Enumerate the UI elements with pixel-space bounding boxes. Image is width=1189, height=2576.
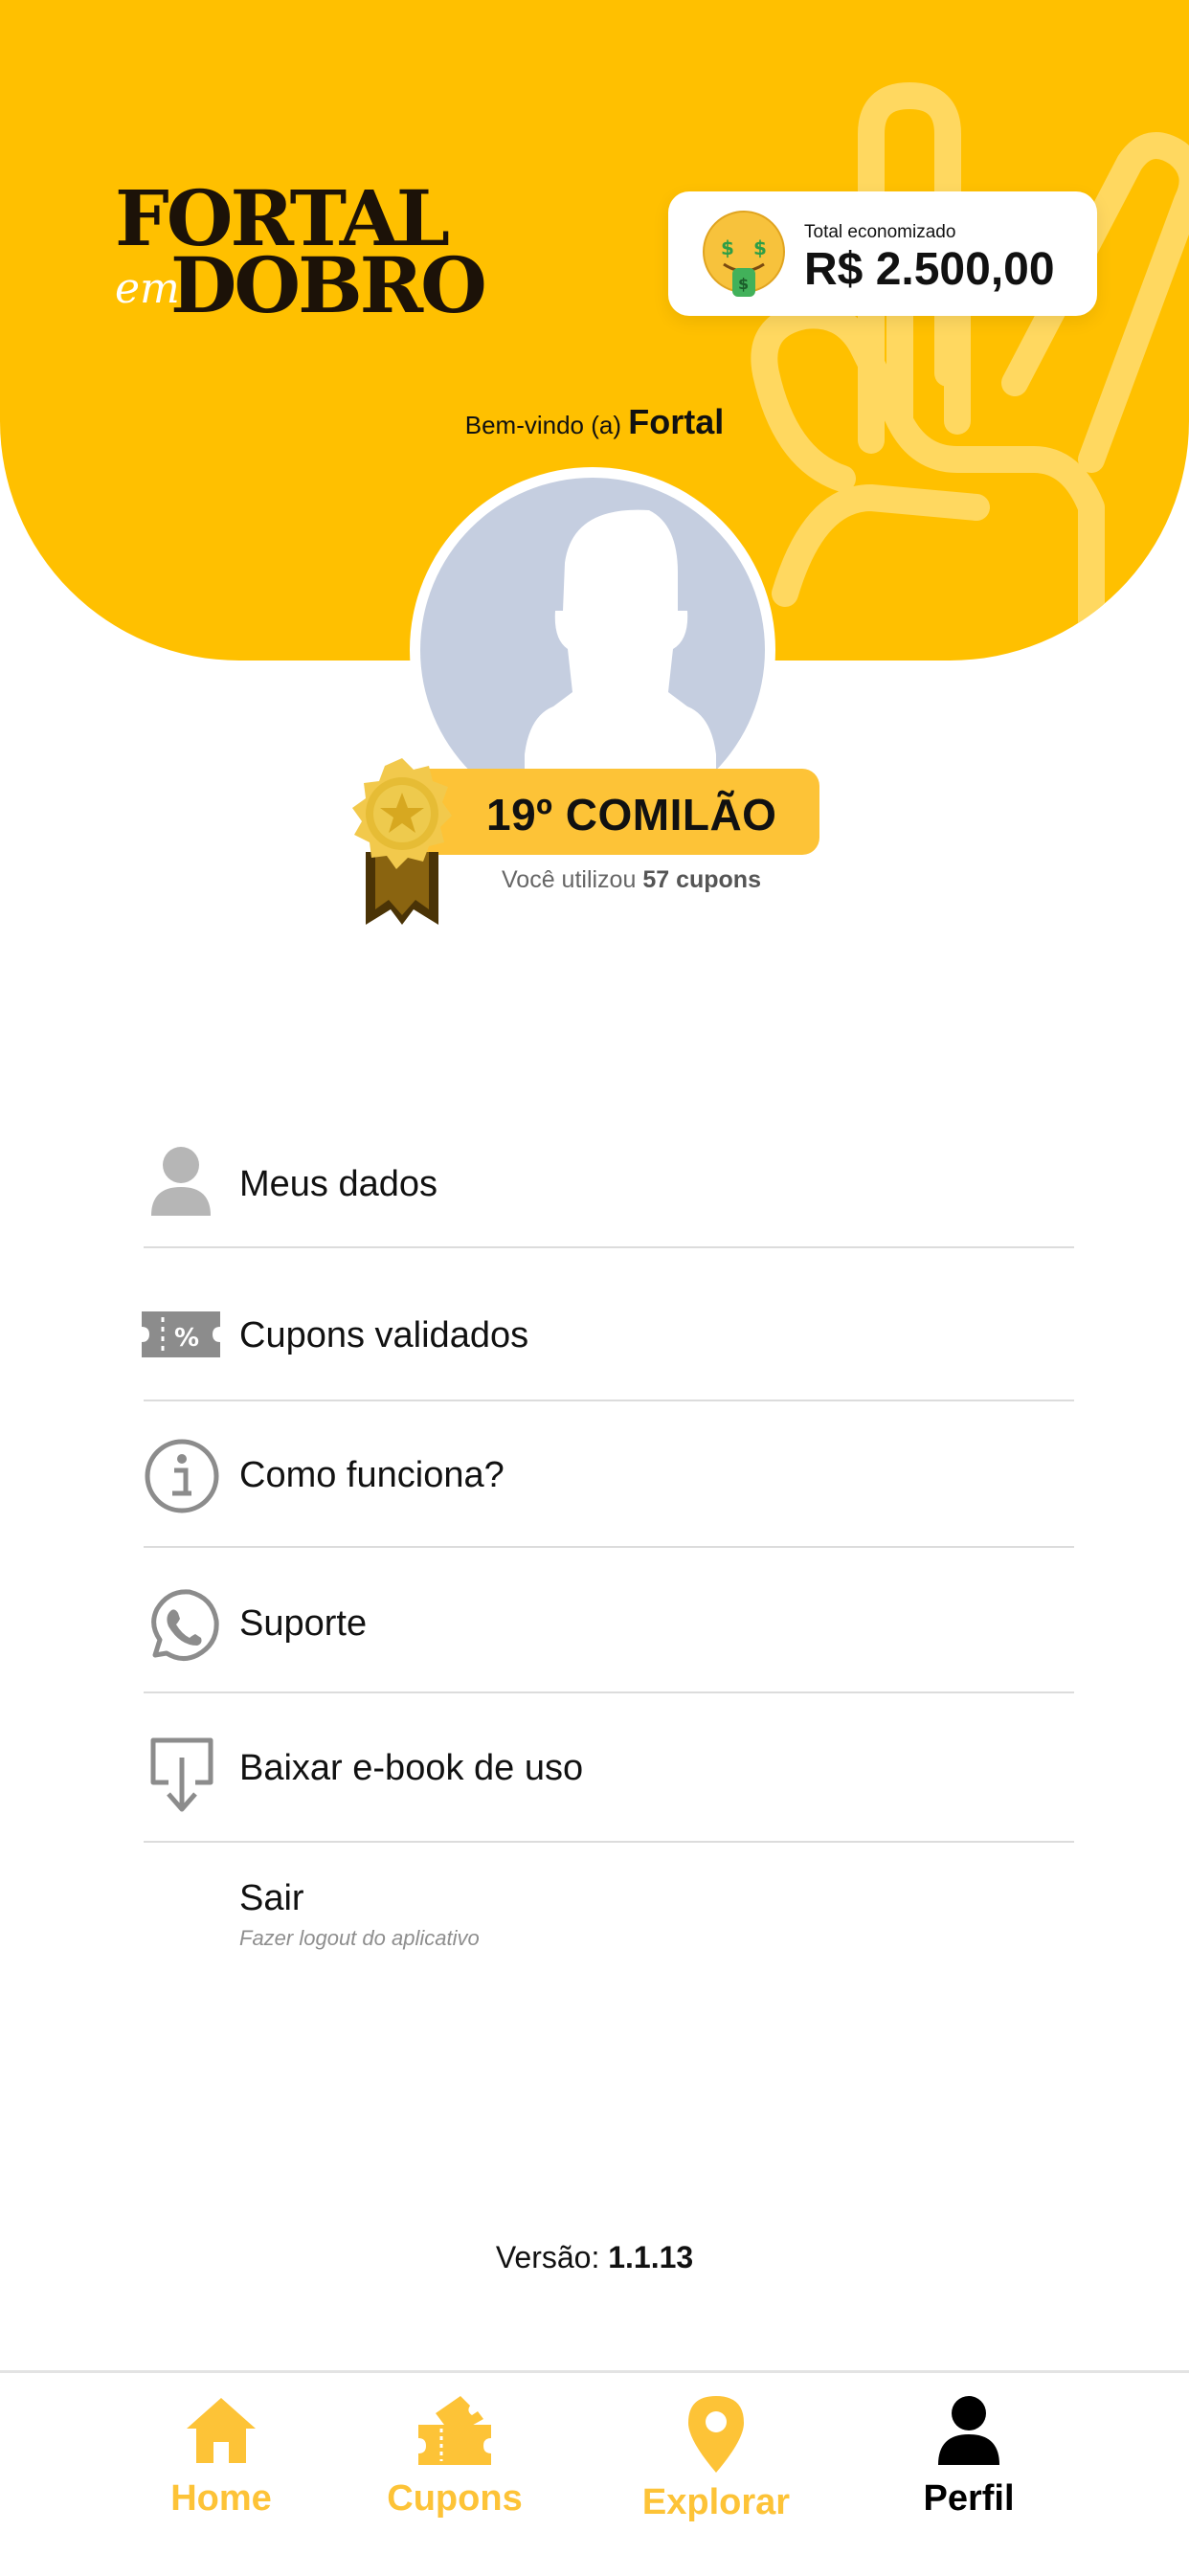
welcome-prefix: Bem-vindo (a) — [464, 411, 622, 439]
coupons-count: 57 cupons — [642, 866, 761, 893]
version-prefix: Versão: — [495, 2240, 600, 2274]
divider — [144, 1691, 1074, 1693]
home-icon — [187, 2398, 256, 2463]
tab-explorar[interactable]: Explorar — [620, 2373, 812, 2545]
coupons-prefix: Você utilizou — [502, 866, 637, 893]
menu-item-meus-dados[interactable]: Meus dados — [144, 1130, 1074, 1244]
logout-label: Sair — [239, 1878, 304, 1918]
money-mouth-face-icon: $ $ $ — [703, 211, 785, 297]
welcome-name: Fortal — [628, 402, 725, 441]
ticket-percent-icon: % — [142, 1311, 220, 1357]
menu-item-sair[interactable]: Sair Fazer logout do aplicativo — [144, 1867, 1074, 1962]
svg-text:$: $ — [738, 275, 749, 293]
menu-item-cupons-validados[interactable]: % Cupons validados — [142, 1283, 1074, 1398]
version-number: 1.1.13 — [608, 2240, 694, 2274]
svg-text:$: $ — [721, 236, 734, 259]
welcome-message: Bem-vindo (a) Fortal — [0, 402, 1189, 442]
menu-item-como-funciona[interactable]: Como funciona? — [144, 1426, 1074, 1541]
menu-item-label: Suporte — [239, 1603, 368, 1644]
svg-text:$: $ — [753, 236, 767, 259]
map-pin-icon — [688, 2396, 744, 2473]
bottom-tab-bar: Home Cupons Explorar Perfil — [0, 2370, 1189, 2576]
whatsapp-icon — [151, 1589, 219, 1661]
rank-label: 19º COMILÃO — [486, 790, 777, 840]
divider — [144, 1400, 1074, 1401]
menu-item-suporte[interactable]: Suporte — [144, 1575, 1074, 1690]
savings-card: $ $ $ Total economizado R$ 2.500,00 — [668, 191, 1097, 316]
fortal-em-dobro-logo: FORTAL em DOBRO — [113, 180, 487, 343]
hand-gesture-decoration — [751, 82, 1189, 661]
coupons-used-text: Você utilizou 57 cupons — [502, 866, 761, 894]
divider — [144, 1546, 1074, 1548]
tab-label: Home — [170, 2478, 272, 2519]
divider — [144, 1841, 1074, 1843]
info-icon — [145, 1439, 219, 1513]
menu-item-baixar-ebook[interactable]: Baixar e-book de uso — [144, 1723, 1074, 1838]
menu-item-label: Baixar e-book de uso — [239, 1748, 584, 1788]
savings-label: Total economizado — [804, 222, 956, 242]
user-icon — [151, 1147, 211, 1216]
user-icon — [938, 2396, 999, 2465]
savings-value: R$ 2.500,00 — [804, 244, 1055, 295]
tab-label: Cupons — [387, 2478, 523, 2519]
svg-text:%: % — [174, 1324, 199, 1353]
logout-sublabel: Fazer logout do aplicativo — [239, 1926, 480, 1950]
medal-star-icon — [352, 758, 452, 925]
ticket-icon — [418, 2396, 491, 2465]
download-icon — [150, 1737, 213, 1812]
tab-home[interactable]: Home — [125, 2373, 317, 2545]
divider — [144, 1246, 1074, 1248]
app-version: Versão: 1.1.13 — [0, 2240, 1189, 2275]
tab-perfil[interactable]: Perfil — [873, 2373, 1065, 2545]
menu-item-label: Como funciona? — [239, 1455, 505, 1495]
menu-item-label: Meus dados — [239, 1164, 438, 1204]
tab-cupons[interactable]: Cupons — [359, 2373, 550, 2545]
tab-label: Perfil — [923, 2478, 1015, 2519]
menu-item-label: Cupons validados — [239, 1315, 529, 1355]
tab-label: Explorar — [641, 2482, 791, 2522]
logo-line2: DOBRO — [170, 240, 487, 330]
